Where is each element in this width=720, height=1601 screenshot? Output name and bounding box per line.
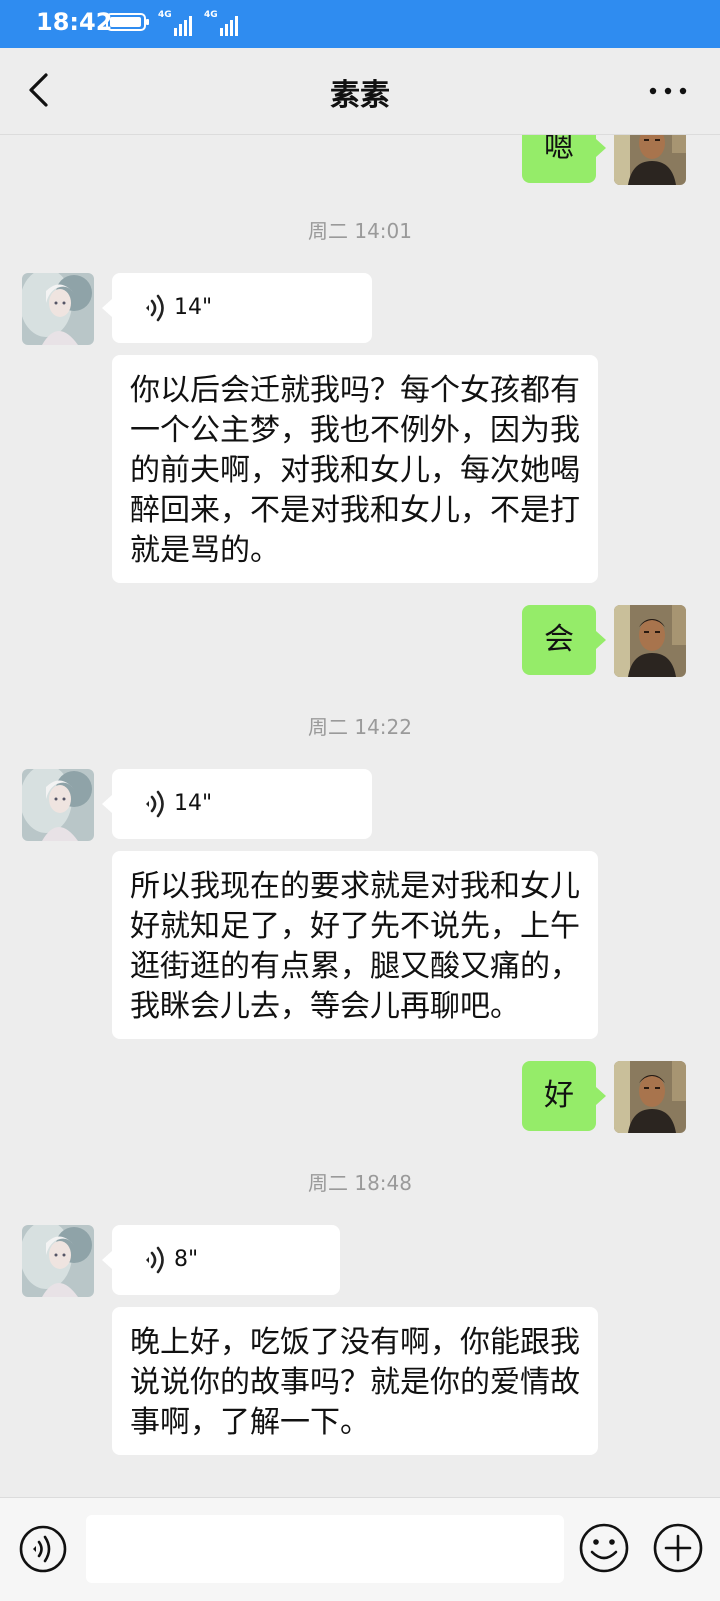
message-text: 嗯	[544, 135, 574, 165]
chat-header: 素素	[0, 48, 720, 135]
voice-wave-icon	[142, 1245, 168, 1275]
sent-message[interactable]: 好	[522, 1061, 606, 1131]
voice-mode-icon[interactable]	[18, 1524, 68, 1574]
more-icon[interactable]	[648, 86, 688, 96]
chat-area[interactable]: 嗯 周二 14:01 14" 你以后会迁就我吗？每个女孩都有一个公主梦，我也不例…	[0, 135, 720, 1497]
timestamp: 周二 14:01	[308, 219, 412, 243]
received-message[interactable]: 你以后会迁就我吗？每个女孩都有一个公主梦，我也不例外，因为我的前夫啊，对我和女儿…	[112, 355, 598, 583]
avatar[interactable]	[22, 273, 94, 345]
plus-icon[interactable]	[652, 1522, 704, 1574]
input-bar	[0, 1497, 720, 1601]
signal-icon: 4G	[204, 10, 248, 36]
avatar[interactable]	[614, 1061, 686, 1133]
avatar[interactable]	[22, 1225, 94, 1297]
battery-icon	[106, 13, 149, 31]
received-message[interactable]: 晚上好，吃饭了没有啊，你能跟我说说你的故事吗？就是你的爱情故事啊，了解一下。	[112, 1307, 598, 1455]
voice-message[interactable]: 8"	[102, 1225, 340, 1295]
message-text: 晚上好，吃饭了没有啊，你能跟我说说你的故事吗？就是你的爱情故事啊，了解一下。	[130, 1325, 580, 1440]
signal-icon: 4G	[158, 10, 202, 36]
status-bar: 18:42 4G 4G	[0, 0, 720, 48]
message-input[interactable]	[86, 1515, 564, 1583]
received-message[interactable]: 所以我现在的要求就是对我和女儿好就知足了，好了先不说先，上午逛街逛的有点累，腿又…	[112, 851, 598, 1039]
voice-message[interactable]: 14"	[102, 769, 372, 839]
avatar[interactable]	[614, 135, 686, 185]
voice-duration: 8"	[174, 1247, 199, 1272]
status-time: 18:42	[36, 8, 113, 36]
timestamp: 周二 18:48	[308, 1171, 412, 1195]
voice-wave-icon	[142, 789, 168, 819]
message-text: 会	[544, 622, 574, 657]
timestamp: 周二 14:22	[308, 715, 412, 739]
sent-message[interactable]: 嗯	[522, 135, 606, 183]
message-text: 你以后会迁就我吗？每个女孩都有一个公主梦，我也不例外，因为我的前夫啊，对我和女儿…	[130, 373, 580, 568]
message-text: 所以我现在的要求就是对我和女儿好就知足了，好了先不说先，上午逛街逛的有点累，腿又…	[130, 869, 580, 1024]
sent-message[interactable]: 会	[522, 605, 606, 675]
emoji-icon[interactable]	[578, 1522, 630, 1574]
avatar[interactable]	[22, 769, 94, 841]
chat-title: 素素	[330, 78, 390, 113]
voice-duration: 14"	[174, 791, 213, 816]
voice-duration: 14"	[174, 295, 213, 320]
avatar[interactable]	[614, 605, 686, 677]
voice-wave-icon	[142, 293, 168, 323]
message-text: 好	[544, 1078, 574, 1113]
voice-message[interactable]: 14"	[102, 273, 372, 343]
